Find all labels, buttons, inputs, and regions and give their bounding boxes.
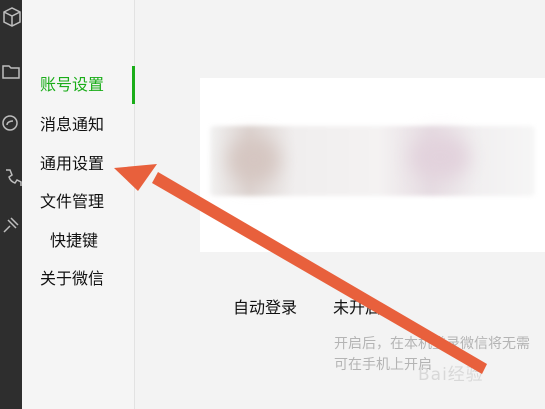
nav-item-general-settings[interactable]: 通用设置 [40, 153, 104, 175]
left-icon-bar [0, 0, 22, 409]
nav-item-message-notifications[interactable]: 消息通知 [40, 114, 104, 136]
phone-icon[interactable] [0, 166, 22, 188]
nav-item-about-wechat[interactable]: 关于微信 [40, 268, 104, 290]
miniprogram-icon[interactable] [0, 112, 22, 134]
auto-login-label: 自动登录 [233, 298, 298, 317]
auto-login-status[interactable]: 未开启 [333, 297, 381, 319]
pin-icon[interactable] [0, 214, 22, 236]
nav-item-shortcuts[interactable]: 快捷键 [50, 230, 98, 252]
blurred-avatar-secondary [410, 134, 470, 180]
box-icon[interactable] [0, 6, 22, 28]
folder-icon[interactable] [0, 60, 22, 82]
nav-item-file-management[interactable]: 文件管理 [40, 191, 104, 213]
blurred-avatar [228, 136, 280, 184]
nav-item-account-settings[interactable]: 账号设置 [40, 74, 104, 96]
auto-login-hint-line1: 开启后，在本机登录微信将无需 [334, 336, 530, 352]
watermark-logo: Bai经验 [418, 365, 484, 385]
